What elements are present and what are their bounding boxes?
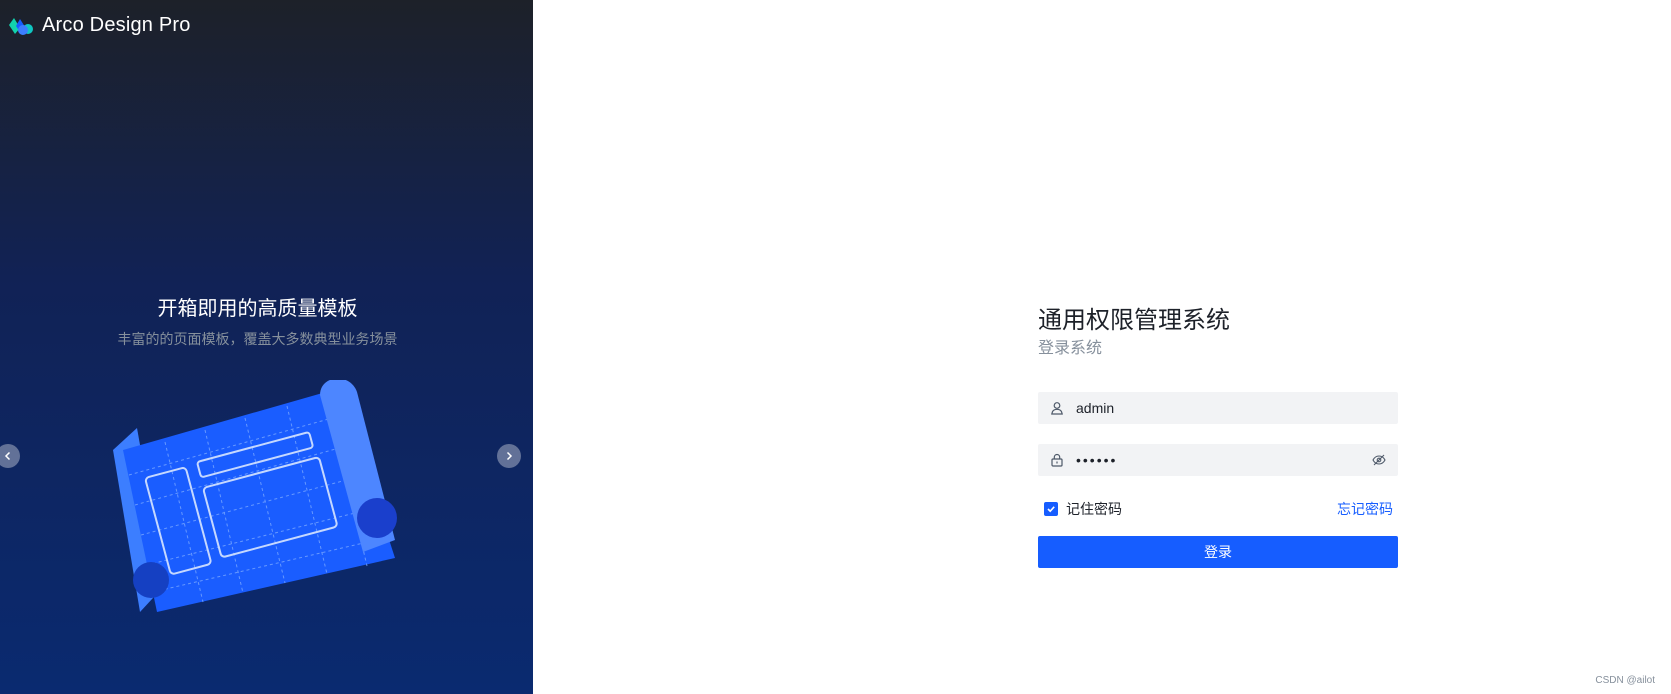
eye-invisible-icon[interactable] xyxy=(1372,453,1386,467)
username-input[interactable]: admin xyxy=(1038,392,1398,424)
login-button[interactable]: 登录 xyxy=(1038,536,1398,568)
form-actions: 记住密码 忘记密码 xyxy=(1038,497,1398,521)
password-input[interactable]: •••••• xyxy=(1038,444,1398,476)
remember-password-checkbox[interactable]: 记住密码 xyxy=(1038,499,1122,519)
chevron-left-icon xyxy=(4,451,11,461)
watermark: CSDN @ailot xyxy=(1595,675,1655,686)
logo: Arco Design Pro xyxy=(8,14,191,37)
checkbox-checked-icon[interactable] xyxy=(1044,502,1058,516)
blueprint-illustration xyxy=(113,380,397,612)
logo-text: Arco Design Pro xyxy=(42,14,191,36)
user-icon xyxy=(1050,401,1064,415)
banner-panel: Arco Design Pro 开箱即用的高质量模板 丰富的的页面模板，覆盖大多… xyxy=(0,0,533,694)
login-form: 通用权限管理系统 登录系统 admin •••••• 记住密码 忘记密码 登录 xyxy=(1038,305,1398,568)
carousel-next-button[interactable] xyxy=(497,444,521,468)
banner-title: 开箱即用的高质量模板 xyxy=(157,298,358,320)
login-page: Arco Design Pro 开箱即用的高质量模板 丰富的的页面模板，覆盖大多… xyxy=(0,0,1671,694)
form-subtitle: 登录系统 xyxy=(1038,340,1103,357)
remember-password-label: 记住密码 xyxy=(1066,501,1122,517)
password-value: •••••• xyxy=(1076,452,1118,468)
arco-logo-icon xyxy=(9,17,33,35)
lock-icon xyxy=(1050,453,1064,467)
carousel-prev-button[interactable] xyxy=(0,444,20,468)
forgot-password-link[interactable]: 忘记密码 xyxy=(1337,499,1398,519)
form-title: 通用权限管理系统 xyxy=(1038,307,1230,334)
username-value: admin xyxy=(1076,400,1115,416)
chevron-right-icon xyxy=(506,451,513,461)
banner-subtitle: 丰富的的页面模板，覆盖大多数典型业务场景 xyxy=(117,331,398,347)
